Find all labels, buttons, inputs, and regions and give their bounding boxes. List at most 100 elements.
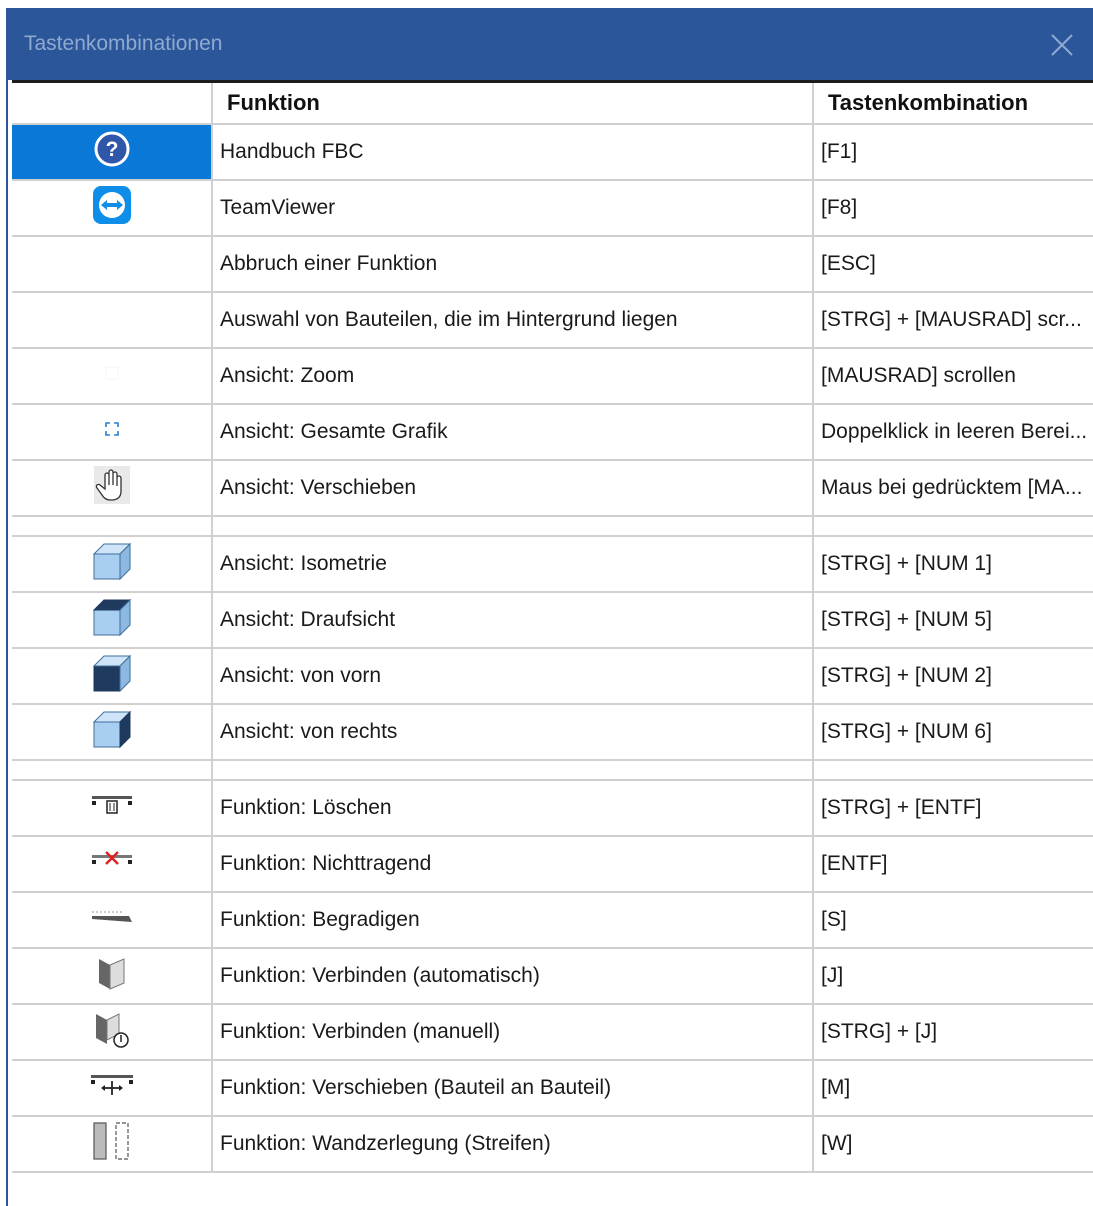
cube-top-icon — [90, 595, 134, 645]
row-icon-cell[interactable] — [12, 704, 213, 761]
row-icon-cell[interactable] — [12, 892, 213, 949]
zoom-icon — [102, 363, 122, 389]
row-icon-cell[interactable] — [12, 536, 213, 593]
row-funktion: Handbuch FBC — [212, 124, 814, 181]
column-header-tastenkombination[interactable]: Tastenkombination — [813, 83, 1093, 125]
row-funktion: Ansicht: Verschieben — [212, 460, 814, 517]
zoom-extents-icon — [103, 420, 121, 444]
row-funktion: Funktion: Löschen — [212, 780, 814, 837]
table-header-row: Funktion Tastenkombination — [12, 83, 1093, 125]
row-icon-cell[interactable] — [12, 1060, 213, 1117]
table-row[interactable]: Auswahl von Bauteilen, die im Hintergrun… — [12, 292, 1093, 349]
row-tastenkombination: [STRG] + [ENTF] — [813, 780, 1093, 837]
table-row[interactable]: Funktion: Verschieben (Bauteil an Bautei… — [12, 1060, 1093, 1117]
table-row[interactable]: Ansicht: von rechts [STRG] + [NUM 6] — [12, 704, 1093, 761]
row-funktion: Ansicht: Draufsicht — [212, 592, 814, 649]
table-row[interactable]: Funktion: Verbinden (manuell) [STRG] + [J… — [12, 1004, 1093, 1061]
row-tastenkombination: [MAUSRAD] scrollen — [813, 348, 1093, 405]
row-icon-cell[interactable] — [12, 592, 213, 649]
row-funktion: Ansicht: von rechts — [212, 704, 814, 761]
separator-cell — [212, 760, 814, 781]
row-funktion: Funktion: Verbinden (manuell) — [212, 1004, 814, 1061]
row-tastenkombination: [W] — [813, 1116, 1093, 1173]
table-row[interactable]: Funktion: Wandzerlegung (Streifen) [W] — [12, 1116, 1093, 1173]
row-icon-cell[interactable] — [12, 948, 213, 1005]
table-row[interactable]: Ansicht: Gesamte Grafik Doppelklick in le… — [12, 404, 1093, 461]
row-funktion: Funktion: Begradigen — [212, 892, 814, 949]
column-header-icon[interactable] — [12, 83, 213, 125]
non-bearing-icon — [90, 849, 134, 879]
cube-right-icon — [90, 707, 134, 757]
table-row[interactable]: Funktion: Nichttragend [ENTF] — [12, 836, 1093, 893]
separator-cell — [12, 760, 213, 781]
table-row[interactable]: Ansicht: Draufsicht [STRG] + [NUM 5] — [12, 592, 1093, 649]
table-row[interactable]: Ansicht: von vorn [STRG] + [NUM 2] — [12, 648, 1093, 705]
row-tastenkombination: [STRG] + [NUM 5] — [813, 592, 1093, 649]
row-tastenkombination: Maus bei gedrücktem [MA... — [813, 460, 1093, 517]
row-icon-cell[interactable]: ? — [12, 124, 213, 181]
row-tastenkombination: [J] — [813, 948, 1093, 1005]
separator-cell — [813, 760, 1093, 781]
row-icon-cell[interactable] — [12, 404, 213, 461]
table-row[interactable]: Funktion: Löschen [STRG] + [ENTF] — [12, 780, 1093, 837]
column-header-funktion[interactable]: Funktion — [212, 83, 814, 125]
row-funktion: Ansicht: Gesamte Grafik — [212, 404, 814, 461]
row-funktion: Funktion: Wandzerlegung (Streifen) — [212, 1116, 814, 1173]
row-tastenkombination: [STRG] + [MAUSRAD] scr... — [813, 292, 1093, 349]
row-tastenkombination: [S] — [813, 892, 1093, 949]
separator-cell — [212, 516, 814, 537]
row-icon-cell[interactable] — [12, 836, 213, 893]
table-row[interactable]: Ansicht: Verschieben Maus bei gedrücktem … — [12, 460, 1093, 517]
dialog-title: Tastenkombinationen — [24, 32, 223, 55]
table-row[interactable]: Funktion: Begradigen [S] — [12, 892, 1093, 949]
shortcut-table: Funktion Tastenkombination ? Handbuch FBC… — [12, 83, 1093, 1173]
row-funktion: Abbruch einer Funktion — [212, 236, 814, 293]
connect-auto-icon — [94, 953, 130, 999]
teamviewer-icon — [91, 184, 133, 232]
row-tastenkombination: Doppelklick in leeren Berei... — [813, 404, 1093, 461]
row-tastenkombination: [STRG] + [NUM 2] — [813, 648, 1093, 705]
table-row[interactable]: Funktion: Verbinden (automatisch) [J] — [12, 948, 1093, 1005]
row-icon-cell[interactable] — [12, 1116, 213, 1173]
connect-manual-icon — [91, 1008, 133, 1056]
row-tastenkombination: [STRG] + [J] — [813, 1004, 1093, 1061]
wall-split-icon — [90, 1120, 134, 1168]
row-tastenkombination: [ENTF] — [813, 836, 1093, 893]
row-icon-cell[interactable] — [12, 648, 213, 705]
row-icon-cell[interactable] — [12, 460, 213, 517]
separator-cell — [12, 516, 213, 537]
table-row[interactable]: ? Handbuch FBC [F1] — [12, 124, 1093, 181]
separator-row — [12, 516, 1093, 537]
row-funktion: Ansicht: von vorn — [212, 648, 814, 705]
row-funktion: TeamViewer — [212, 180, 814, 237]
row-tastenkombination: [ESC] — [813, 236, 1093, 293]
row-funktion: Ansicht: Zoom — [212, 348, 814, 405]
shortcuts-dialog: Tastenkombinationen Funktion Tastenkombi… — [6, 8, 1093, 1206]
svg-text:?: ? — [105, 138, 118, 161]
close-icon[interactable] — [1047, 30, 1077, 60]
move-component-icon — [89, 1072, 135, 1104]
row-icon-cell[interactable] — [12, 180, 213, 237]
row-tastenkombination: [STRG] + [NUM 1] — [813, 536, 1093, 593]
row-icon-cell[interactable] — [12, 236, 213, 293]
title-bar[interactable]: Tastenkombinationen — [6, 8, 1093, 80]
row-tastenkombination: [F1] — [813, 124, 1093, 181]
row-icon-cell[interactable] — [12, 780, 213, 837]
row-funktion: Auswahl von Bauteilen, die im Hintergrun… — [212, 292, 814, 349]
shortcut-table-container: Funktion Tastenkombination ? Handbuch FBC… — [12, 80, 1093, 1180]
delete-icon — [90, 793, 134, 823]
cube-front-icon — [90, 651, 134, 701]
table-row[interactable]: TeamViewer [F8] — [12, 180, 1093, 237]
row-icon-cell[interactable] — [12, 292, 213, 349]
row-funktion: Ansicht: Isometrie — [212, 536, 814, 593]
hand-pan-icon — [93, 465, 131, 511]
table-row[interactable]: Abbruch einer Funktion [ESC] — [12, 236, 1093, 293]
row-icon-cell[interactable] — [12, 348, 213, 405]
table-row[interactable]: Ansicht: Isometrie [STRG] + [NUM 1] — [12, 536, 1093, 593]
row-funktion: Funktion: Verbinden (automatisch) — [212, 948, 814, 1005]
row-tastenkombination: [F8] — [813, 180, 1093, 237]
row-funktion: Funktion: Nichttragend — [212, 836, 814, 893]
table-row[interactable]: Ansicht: Zoom [MAUSRAD] scrollen — [12, 348, 1093, 405]
cube-isometric-icon — [90, 539, 134, 589]
row-icon-cell[interactable] — [12, 1004, 213, 1061]
